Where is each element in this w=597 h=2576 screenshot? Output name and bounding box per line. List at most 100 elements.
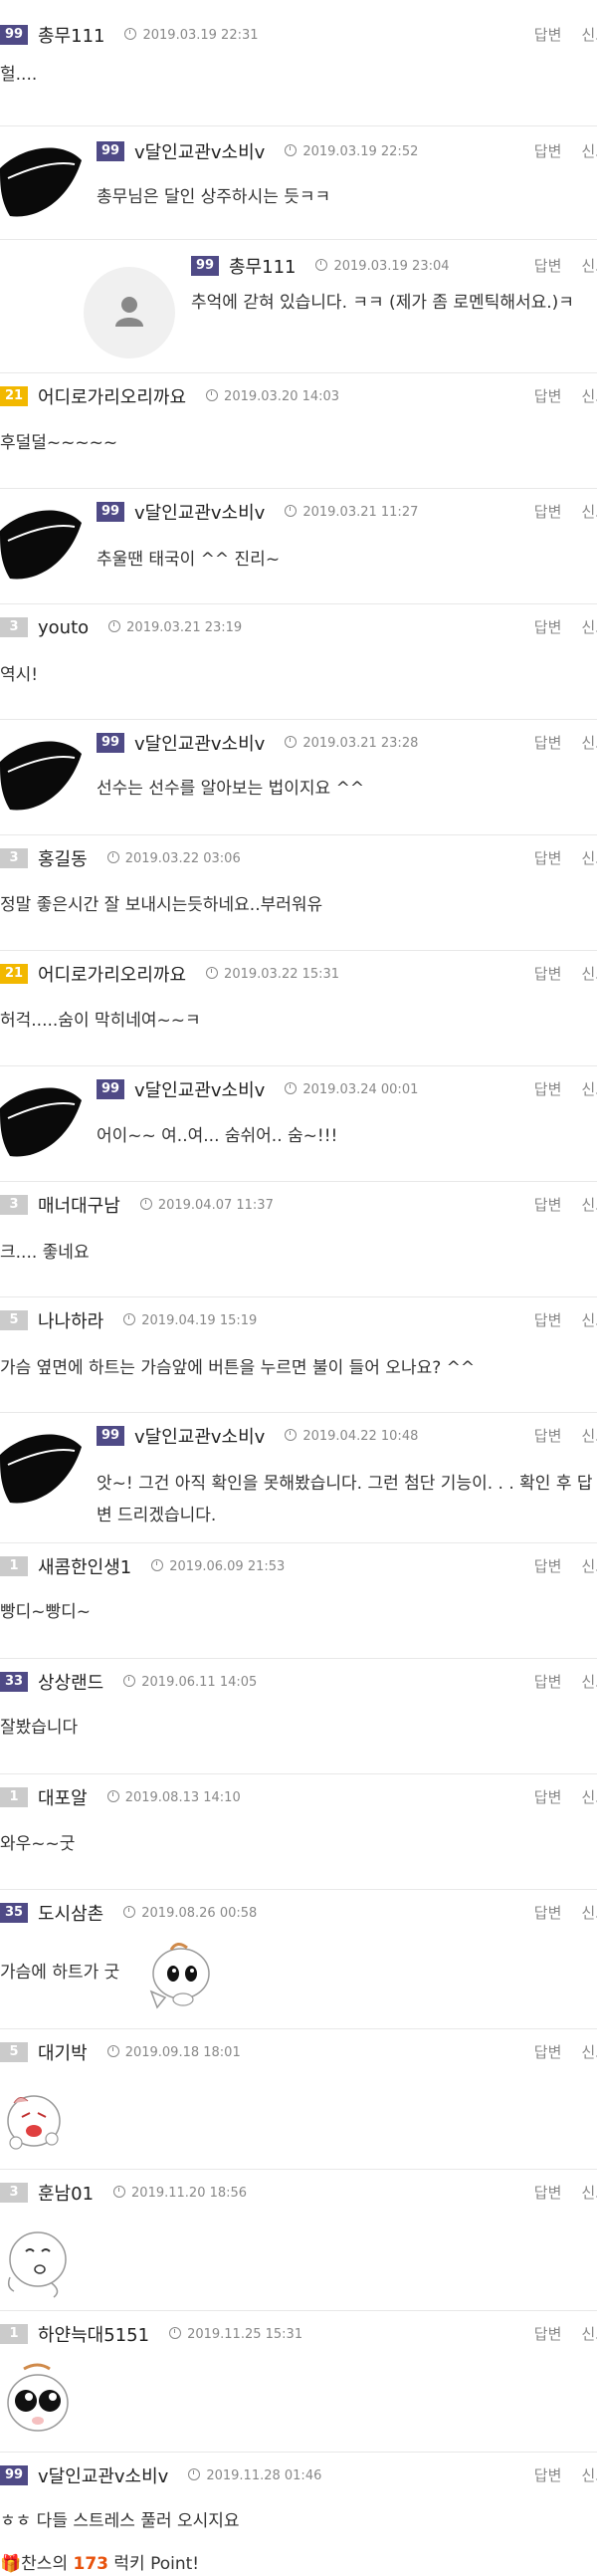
comment-text: 허걱.....숨이 막히네여~~ㅋ <box>0 1011 201 1031</box>
username[interactable]: 홍길동 <box>38 845 88 871</box>
report-button[interactable]: 신고 <box>581 1904 597 1922</box>
comment-actions: 답변 신고 <box>514 1078 597 1100</box>
comment-actions: 답변 신고 <box>514 1902 597 1924</box>
reply-button[interactable]: 답변 <box>534 849 562 867</box>
clock-icon <box>285 1081 298 1094</box>
username[interactable]: 총무111 <box>38 22 104 48</box>
comment-header: 1 하얀늑대5151 2019.11.25 15:31 <box>0 2321 302 2347</box>
username[interactable]: 나나하라 <box>38 1307 103 1333</box>
reply-button[interactable]: 답변 <box>534 2043 562 2061</box>
username[interactable]: v달인교관v소비v <box>134 730 265 756</box>
timestamp: 2019.06.11 14:05 <box>123 1674 257 1690</box>
reply-button[interactable]: 답변 <box>534 26 562 44</box>
timestamp: 2019.03.21 23:19 <box>108 619 242 635</box>
report-button[interactable]: 신고 <box>581 2043 597 2061</box>
username[interactable]: v달인교관v소비v <box>134 138 265 164</box>
reply-button[interactable]: 답변 <box>534 1311 562 1329</box>
username[interactable]: 도시삼촌 <box>38 1900 103 1926</box>
username[interactable]: 훈남01 <box>38 2180 94 2206</box>
report-button[interactable]: 신고 <box>581 2325 597 2343</box>
reply-button[interactable]: 답변 <box>534 1080 562 1098</box>
report-button[interactable]: 신고 <box>581 26 597 44</box>
report-button[interactable]: 신고 <box>581 1557 597 1575</box>
reply-button[interactable]: 답변 <box>534 1427 562 1445</box>
timestamp: 2019.11.28 01:46 <box>188 2467 321 2483</box>
reply-button[interactable]: 답변 <box>534 618 562 636</box>
level-badge: 3 <box>0 617 28 637</box>
report-button[interactable]: 신고 <box>581 1788 597 1806</box>
username[interactable]: 하얀늑대5151 <box>38 2321 149 2347</box>
comment: 21 어디로가리오리까요 2019.03.20 14:03 답변 신고 후덜덜~~… <box>0 373 597 489</box>
username[interactable]: v달인교관v소비v <box>134 1076 265 1102</box>
comment-header: 99 총무111 2019.03.19 23:04 <box>191 253 450 279</box>
username[interactable]: v달인교관v소비v <box>134 499 265 525</box>
username[interactable]: 어디로가리오리까요 <box>38 383 186 409</box>
reply-button[interactable]: 답변 <box>534 257 562 275</box>
reply-button[interactable]: 답변 <box>534 1673 562 1691</box>
reply-button[interactable]: 답변 <box>534 2466 562 2484</box>
level-badge: 99 <box>97 1426 124 1446</box>
comment-text: 가슴에 하트가 굿 <box>0 1963 120 1983</box>
report-button[interactable]: 신고 <box>581 1673 597 1691</box>
comment-header: 3 홍길동 2019.03.22 03:06 <box>0 845 241 871</box>
comment-header: 99 v달인교관v소비v 2019.03.21 23:28 <box>97 730 418 756</box>
reply-button[interactable]: 답변 <box>534 503 562 521</box>
comment: 1 대포알 2019.08.13 14:10 답변 신고 와우~~굿 <box>0 1774 597 1890</box>
username[interactable]: 상상랜드 <box>38 1669 103 1695</box>
report-button[interactable]: 신고 <box>581 387 597 405</box>
report-button[interactable]: 신고 <box>581 1427 597 1445</box>
report-button[interactable]: 신고 <box>581 2466 597 2484</box>
clock-icon <box>139 1197 152 1210</box>
comment-text: 크.... 좋네요 <box>0 1243 90 1263</box>
reply-button[interactable]: 답변 <box>534 142 562 160</box>
comment-header: 99 v달인교관v소비v 2019.03.19 22:52 <box>97 138 418 164</box>
report-button[interactable]: 신고 <box>581 1080 597 1098</box>
timestamp: 2019.04.19 15:19 <box>123 1312 257 1328</box>
reply-button[interactable]: 답변 <box>534 1904 562 1922</box>
reply-button[interactable]: 답변 <box>534 2184 562 2202</box>
report-button[interactable]: 신고 <box>581 618 597 636</box>
report-button[interactable]: 신고 <box>581 257 597 275</box>
reply-button[interactable]: 답변 <box>534 2325 562 2343</box>
username[interactable]: 대포알 <box>38 1784 88 1810</box>
comment-header: 99 v달인교관v소비v 2019.03.21 11:27 <box>97 499 418 525</box>
timestamp: 2019.08.13 14:10 <box>106 1789 241 1805</box>
report-button[interactable]: 신고 <box>581 965 597 983</box>
username[interactable]: 새콤한인생1 <box>38 1553 131 1579</box>
gift-icon: 🎁 <box>0 2554 22 2574</box>
username[interactable]: v달인교관v소비v <box>38 2462 168 2488</box>
username[interactable]: 매너대구남 <box>38 1192 120 1218</box>
username[interactable]: 어디로가리오리까요 <box>38 961 186 987</box>
level-badge: 21 <box>0 386 28 406</box>
username[interactable]: 총무111 <box>229 253 296 279</box>
username[interactable]: youto <box>38 617 89 638</box>
comment: 3 훈남01 2019.11.20 18:56 답변 신고 <box>0 2170 597 2311</box>
level-badge: 33 <box>0 1672 28 1692</box>
comment-text: 추억에 갇혀 있습니다. ㅋㅋ (제가 좀 로멘틱해서요.)ㅋ <box>191 293 574 313</box>
comment-text: 잘봤습니다 <box>0 1718 79 1738</box>
reply-button[interactable]: 답변 <box>534 387 562 405</box>
report-button[interactable]: 신고 <box>581 1311 597 1329</box>
reply-button[interactable]: 답변 <box>534 1196 562 1214</box>
username[interactable]: 대기박 <box>38 2039 88 2065</box>
report-button[interactable]: 신고 <box>581 1196 597 1214</box>
reply-button[interactable]: 답변 <box>534 1557 562 1575</box>
report-button[interactable]: 신고 <box>581 849 597 867</box>
clock-icon <box>169 2326 182 2339</box>
report-button[interactable]: 신고 <box>581 734 597 752</box>
timestamp: 2019.03.20 14:03 <box>206 388 339 404</box>
report-button[interactable]: 신고 <box>581 2184 597 2202</box>
comment-header: 1 새콤한인생1 2019.06.09 21:53 <box>0 1553 285 1579</box>
reply-button[interactable]: 답변 <box>534 1788 562 1806</box>
username[interactable]: v달인교관v소비v <box>134 1423 265 1449</box>
report-button[interactable]: 신고 <box>581 503 597 521</box>
reply-button[interactable]: 답변 <box>534 965 562 983</box>
reply-button[interactable]: 답변 <box>534 734 562 752</box>
report-button[interactable]: 신고 <box>581 142 597 160</box>
level-badge: 99 <box>0 25 28 45</box>
comment-reply: 99 v달인교관v소비v 2019.03.24 00:01 답변 신고 어이~~ … <box>0 1066 597 1182</box>
timestamp: 2019.06.09 21:53 <box>151 1558 285 1574</box>
comment-header: 1 대포알 2019.08.13 14:10 <box>0 1784 241 1810</box>
clock-icon <box>106 2044 119 2057</box>
comment: 5 대기박 2019.09.18 18:01 답변 신고 <box>0 2029 597 2170</box>
